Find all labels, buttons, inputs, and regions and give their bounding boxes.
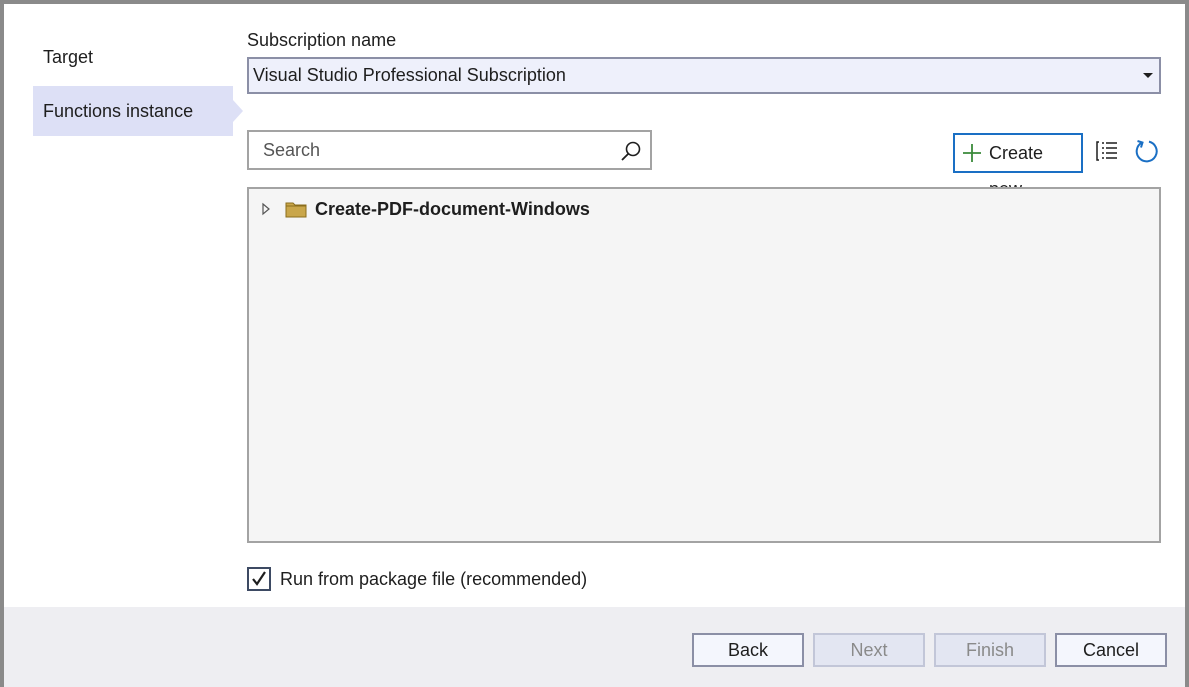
search-box [247,130,652,170]
finish-button[interactable]: Finish [934,633,1046,667]
create-new-button[interactable]: Create new [953,133,1083,199]
folder-icon [285,202,307,218]
back-button[interactable]: Back [692,633,804,667]
chevron-down-icon [1143,73,1153,78]
run-from-package-option: Run from package file (recommended) [247,566,587,592]
subscription-value: Visual Studio Professional Subscription [253,65,566,85]
run-from-package-label[interactable]: Run from package file (recommended) [280,569,587,590]
dialog-window: Target Functions instance Subscription n… [0,0,1189,687]
wizard-nav: Target Functions instance [33,32,243,136]
search-icon[interactable] [620,140,642,162]
nav-item-target[interactable]: Target [33,32,233,82]
tree-item-label: Create-PDF-document-Windows [315,198,590,219]
nav-item-label: Target [43,47,94,67]
refresh-icon[interactable] [1133,138,1159,164]
cancel-button[interactable]: Cancel [1055,633,1167,667]
resource-tree: Create-PDF-document-Windows [247,187,1161,543]
nav-item-label: Functions instance [43,101,194,121]
nav-item-functions-instance[interactable]: Functions instance [33,86,243,136]
run-from-package-checkbox[interactable] [247,567,271,591]
search-input[interactable] [249,132,609,168]
resource-toolbar: Create new [247,130,1161,199]
tree-item[interactable]: Create-PDF-document-Windows [261,197,590,221]
filter-list-icon[interactable] [1095,138,1121,164]
plus-icon [963,144,981,162]
main-content: Subscription name Visual Studio Professi… [247,30,1161,591]
chevron-right-icon[interactable] [261,202,271,216]
subscription-label: Subscription name [247,30,397,50]
subscription-dropdown[interactable]: Visual Studio Professional Subscription [247,57,1161,94]
checkmark-icon [252,571,266,586]
next-button[interactable]: Next [813,633,925,667]
dialog-footer: Back Next Finish Cancel [4,607,1185,687]
